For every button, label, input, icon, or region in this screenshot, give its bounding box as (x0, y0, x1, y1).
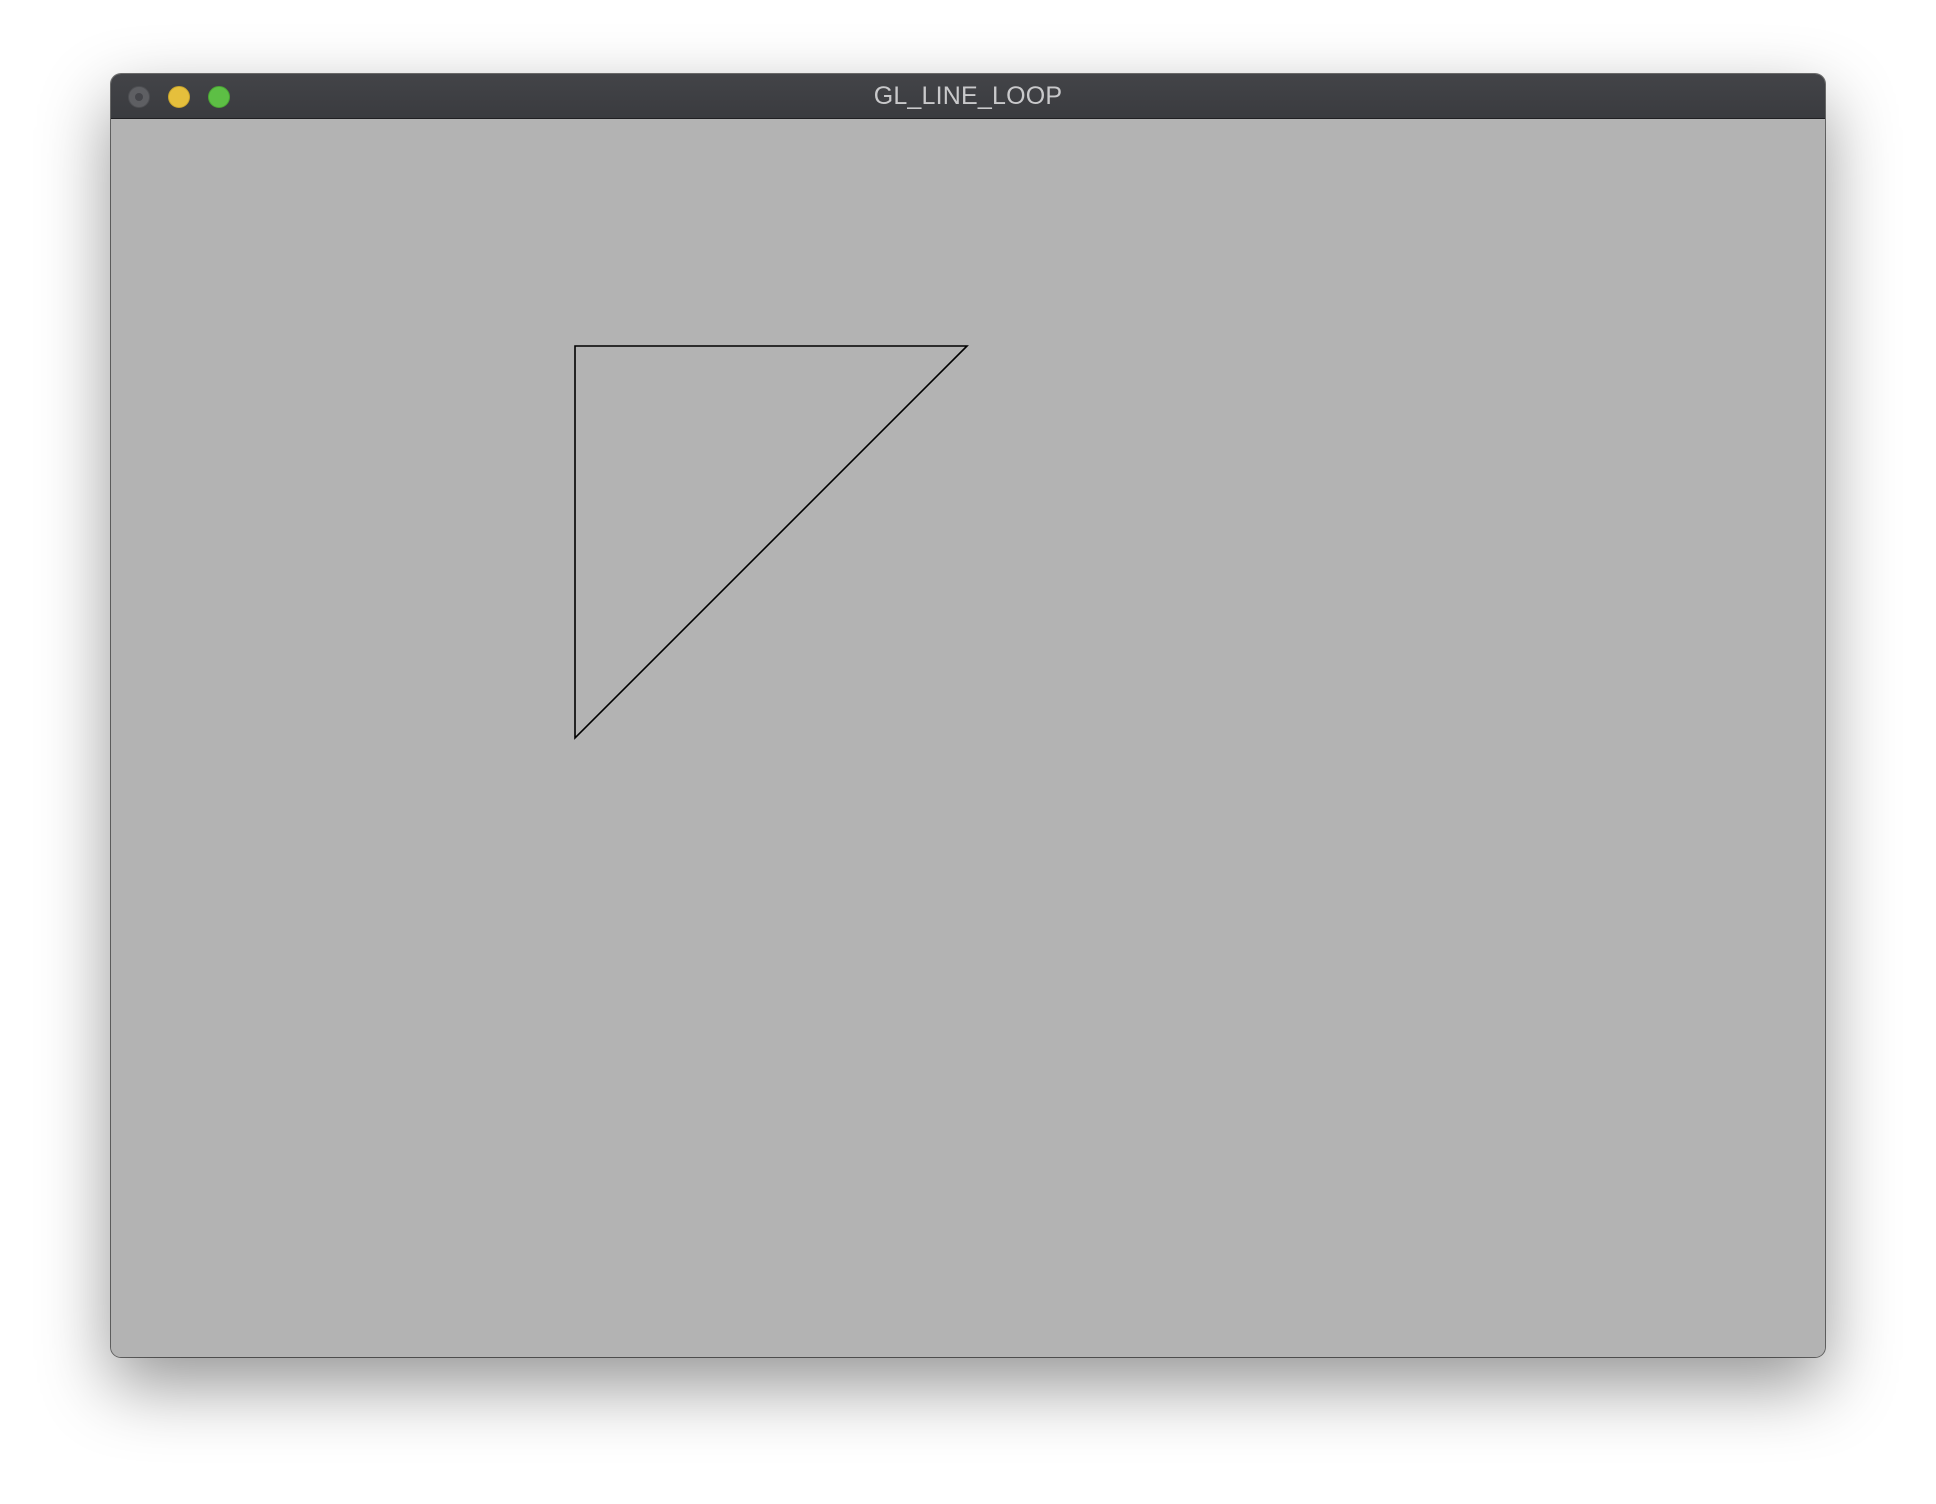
window-title: GL_LINE_LOOP (873, 82, 1063, 110)
gl-canvas[interactable] (111, 119, 1825, 1357)
gl-viewport (574, 345, 969, 740)
title-bar[interactable]: GL_LINE_LOOP (111, 74, 1825, 119)
app-window: GL_LINE_LOOP (111, 74, 1825, 1357)
line-loop-triangle (574, 345, 969, 740)
